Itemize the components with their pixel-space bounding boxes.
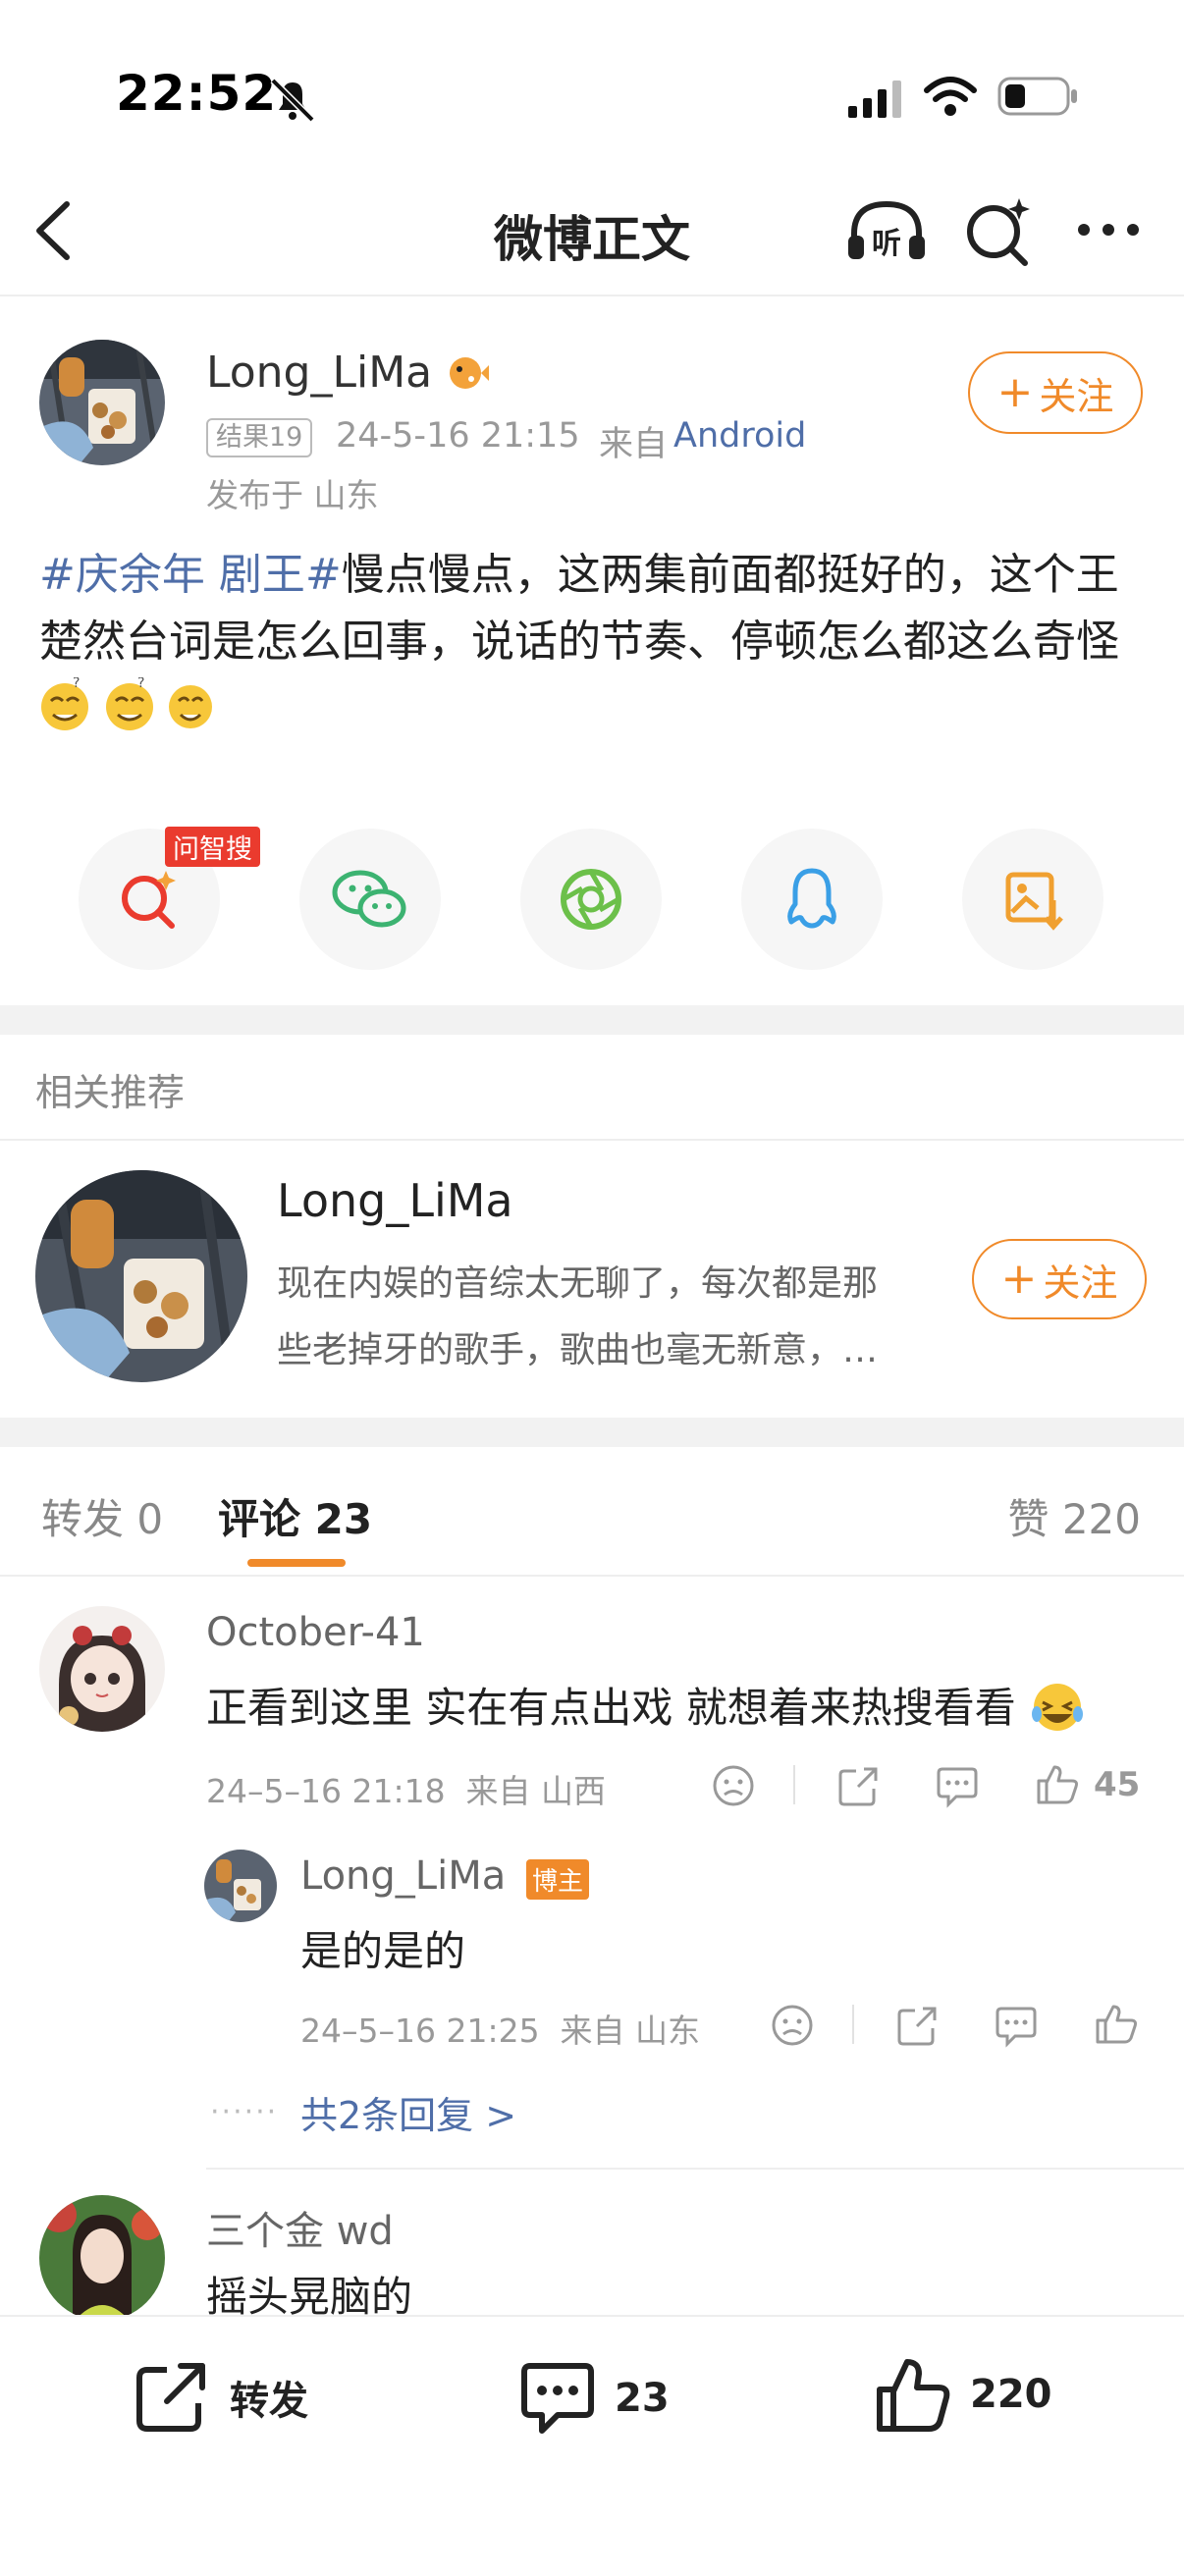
like-button[interactable]: 220 [874,2354,1052,2435]
comment-meta: 24–5–16 21:18 来自 山西 [206,1772,607,1810]
comment-text: 正看到这里 实在有点出戏 就想着来热搜看看 [206,1675,1086,1735]
moments-share-button[interactable] [520,829,662,970]
laughing-tears-emoji-icon [1032,1684,1084,1731]
active-tab-indicator [247,1559,346,1567]
more-replies-link[interactable]: 共2条回复 > [300,2085,516,2139]
tab-likes[interactable]: 赞 220 [1007,1486,1141,1546]
comment-text-content: 正看到这里 实在有点出戏 就想着来热搜看看 [206,1684,1016,1732]
recommend-follow-button[interactable]: + 关注 [972,1239,1147,1319]
status-time: 22:52 [116,65,278,122]
section-separator [0,1005,1184,1035]
repost-share-icon [136,2363,205,2432]
user-badge: 结果19 [206,418,313,457]
comment-button[interactable]: 23 [518,2360,670,2437]
qq-penguin-icon [787,868,836,929]
recommend-header: 相关推荐 [35,1071,186,1114]
share-arrow-icon[interactable] [895,2003,941,2048]
dislike-face-icon[interactable] [711,1763,756,1808]
thumbs-up-icon [877,2359,950,2432]
post-time: 24-5-16 21:15 [336,416,580,456]
comment-author[interactable]: 三个金 wd [206,2199,394,2256]
like-count: 220 [970,2372,1052,2417]
reply-author[interactable]: Long_LiMa [300,1853,506,1899]
commenter-avatar[interactable] [39,1606,165,1732]
repost-button[interactable]: 转发 [134,2360,308,2435]
dislike-face-icon[interactable] [770,2003,815,2048]
action-divider [793,1765,795,1804]
recommend-desc-line2: 些老掉牙的歌手，歌曲也毫无新意，… [277,1330,879,1370]
repost-label: 转发 [230,2379,308,2424]
blogger-badge: 博主 [526,1859,590,1900]
thumbs-up-icon[interactable] [1035,1761,1080,1806]
tab-likes-count: 220 [1061,1495,1141,1543]
dizzy-face-emoji-icon: ? ? [41,675,212,730]
pufferfish-emoji-icon [450,357,489,389]
tab-comment[interactable]: 评论 23 [218,1486,372,1546]
svg-text:?: ? [137,677,144,691]
cellular-signal-icon [848,80,901,118]
recommend-divider [0,1139,1184,1141]
reply-dots: ······ [210,2095,279,2129]
ai-search-icon [122,871,176,929]
plus-icon: + [1000,1254,1038,1304]
comment-like-count: 45 [1094,1765,1141,1804]
svg-text:听: 听 [872,227,901,261]
wifi-icon [924,77,977,116]
tab-comment-count: 23 [314,1495,373,1543]
wechat-share-button[interactable] [299,829,441,970]
tab-repost-count: 0 [136,1495,164,1543]
thumbs-up-icon[interactable] [1094,2001,1139,2046]
follow-label: 关注 [1039,374,1114,418]
plus-icon: + [996,367,1034,417]
recommend-avatar[interactable] [35,1170,247,1382]
moments-aperture-icon [561,869,621,930]
commenter-avatar[interactable] [39,2195,165,2321]
action-divider [852,2005,854,2044]
comment-bubble-icon[interactable] [935,1763,980,1808]
tab-repost[interactable]: 转发 0 [41,1486,163,1546]
save-image-icon [1005,872,1063,931]
post-source[interactable]: Android [673,416,806,456]
comment-count: 23 [615,2376,670,2421]
section-separator [0,1418,1184,1447]
follow-label: 关注 [1043,1261,1118,1305]
ai-search-badge: 问智搜 [165,827,260,867]
comment-author[interactable]: October-41 [206,1610,425,1655]
post-source-prefix: 来自 [599,425,669,464]
follow-button[interactable]: + 关注 [968,351,1143,434]
reply-text: 是的是的 [300,1927,466,1975]
battery-icon [997,77,1077,116]
qq-share-button[interactable] [741,829,883,970]
tab-likes-label: 赞 [1007,1495,1049,1543]
comment-icon [521,2363,594,2434]
post-location: 发布于 山东 [206,476,379,514]
tab-repost-label: 转发 [41,1495,125,1543]
tabs-divider [0,1575,1184,1577]
author-avatar[interactable] [39,340,165,465]
nav-divider [0,295,1184,296]
svg-text:?: ? [73,677,80,691]
reply-meta: 24–5–16 21:25 来自 山东 [300,2012,701,2050]
more-options-icon[interactable] [1074,218,1143,242]
recommend-name[interactable]: Long_LiMa [277,1174,513,1227]
headphones-listen-icon[interactable]: 听 [844,196,929,265]
post-body: #庆余年 剧王#慢点慢点，这两集前面都挺好的，这个王楚然台词是怎么回事，说话的节… [39,542,1149,742]
wechat-icon [332,870,406,928]
mute-bell-icon [270,78,315,123]
comment-bubble-icon[interactable] [994,2003,1039,2048]
share-arrow-icon[interactable] [836,1763,882,1808]
tab-comment-label: 评论 [218,1495,301,1543]
reply-avatar[interactable] [204,1850,277,1922]
hashtag-link[interactable]: #庆余年 剧王# [39,550,342,600]
recommend-desc-line1: 现在内娱的音综太无聊了，每次都是那 [277,1263,879,1304]
save-image-share-button[interactable] [962,829,1103,970]
search-sparkle-icon[interactable] [962,194,1035,267]
comment-divider [206,2168,1184,2170]
author-name[interactable]: Long_LiMa [206,348,432,398]
